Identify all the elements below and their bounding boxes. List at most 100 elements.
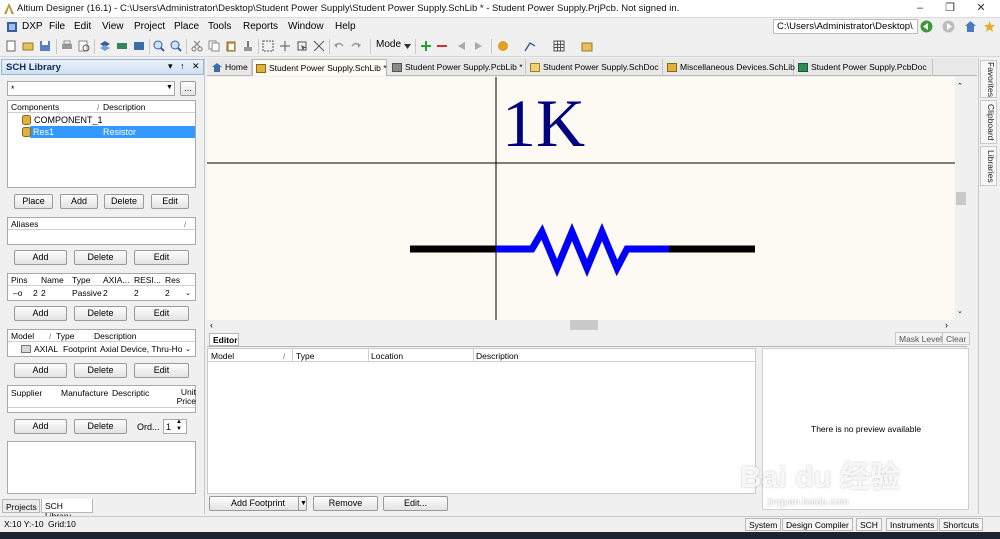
chevron-down-icon[interactable]: ⌄ — [185, 289, 191, 297]
menu-window[interactable]: Window — [288, 21, 324, 32]
menu-tools[interactable]: Tools — [208, 21, 231, 32]
header-name[interactable]: Name — [41, 275, 67, 285]
component-filter-input[interactable]: * ▼ — [7, 81, 175, 96]
tab-pcbdoc[interactable]: Student Power Supply.PcbDoc — [795, 59, 933, 76]
scroll-up-icon[interactable]: ⌃ — [957, 82, 963, 90]
save-icon[interactable] — [39, 40, 51, 52]
header-description[interactable]: Description — [94, 331, 137, 341]
scroll-thumb[interactable] — [956, 192, 966, 205]
tab-editor[interactable]: Editor — [209, 333, 239, 346]
component-row[interactable]: COMPONENT_1 — [8, 114, 195, 126]
spin-down-icon[interactable]: ▼ — [176, 426, 182, 432]
place-pin-icon[interactable] — [524, 40, 536, 52]
edit-alias-button[interactable]: Edit — [134, 250, 189, 265]
place-button[interactable]: Place — [14, 194, 53, 209]
zoom-out-icon[interactable] — [170, 40, 182, 52]
print-icon[interactable] — [61, 40, 73, 52]
next-icon[interactable] — [472, 40, 484, 52]
menu-place[interactable]: Place — [174, 21, 199, 32]
status-system-button[interactable]: System — [745, 518, 782, 531]
model-row[interactable]: AXIAL Footprint Axial Device, Thru-Hole;… — [8, 343, 195, 355]
add-component-button[interactable]: Add — [60, 194, 98, 209]
order-spinner[interactable]: 1 ▲ ▼ — [163, 419, 187, 434]
layers-icon[interactable] — [99, 40, 111, 52]
menu-file[interactable]: File — [49, 21, 65, 32]
edit-component-button[interactable]: Edit — [151, 194, 189, 209]
edit-model-button[interactable]: Edit... — [383, 496, 448, 511]
status-design-compiler-button[interactable]: Design Compiler — [782, 518, 853, 531]
close-button[interactable]: ✕ — [966, 0, 996, 18]
header-description[interactable]: Description — [476, 351, 519, 361]
add-supplier-button[interactable]: Add — [14, 419, 67, 434]
menu-view[interactable]: View — [102, 21, 124, 32]
component-icon[interactable] — [116, 40, 128, 52]
chevron-down-icon[interactable]: ⌄ — [185, 345, 191, 353]
header-location[interactable]: Location — [371, 351, 403, 361]
edit-model-button[interactable]: Edit — [134, 363, 189, 378]
remove-icon[interactable] — [436, 40, 448, 52]
canvas-horizontal-scrollbar[interactable]: ‹ › — [207, 320, 967, 331]
status-instruments-button[interactable]: Instruments — [886, 518, 939, 531]
tab-libraries[interactable]: Libraries — [980, 146, 997, 186]
header-model[interactable]: Model — [11, 331, 34, 341]
back-icon[interactable] — [920, 20, 933, 33]
status-sch-button[interactable]: SCH — [856, 518, 882, 531]
tab-home[interactable]: Home — [209, 59, 252, 76]
filter-browse-button[interactable]: ... — [180, 81, 196, 96]
menu-project[interactable]: Project — [134, 21, 165, 32]
schematic-canvas[interactable]: 1K — [207, 77, 955, 320]
header-components[interactable]: Components — [11, 102, 59, 112]
tab-favorites[interactable]: Favorites — [980, 60, 997, 98]
mode-button[interactable]: Mode — [376, 39, 401, 50]
canvas-vertical-scrollbar[interactable]: ⌃ ⌄ — [955, 77, 967, 320]
library-icon[interactable] — [581, 40, 593, 52]
print-preview-icon[interactable] — [78, 40, 90, 52]
add-model-button[interactable]: Add — [14, 363, 67, 378]
header-manufacturer[interactable]: Manufacture — [61, 388, 109, 398]
grid-icon[interactable] — [553, 40, 565, 52]
header-supplier-description[interactable]: Descriptic — [112, 388, 160, 398]
header-res[interactable]: Res — [165, 275, 185, 285]
tab-clipboard[interactable]: Clipboard — [980, 100, 997, 144]
delete-alias-button[interactable]: Delete — [74, 250, 127, 265]
restore-button[interactable]: ❐ — [935, 0, 965, 18]
spin-up-icon[interactable]: ▲ — [176, 419, 182, 425]
menu-edit[interactable]: Edit — [74, 21, 91, 32]
scroll-down-icon[interactable]: ⌄ — [957, 307, 963, 315]
status-shortcuts-button[interactable]: Shortcuts — [939, 518, 983, 531]
clear-button[interactable]: Clear — [942, 332, 971, 345]
delete-model-button[interactable]: Delete — [74, 363, 127, 378]
add-icon[interactable] — [420, 40, 432, 52]
menu-help[interactable]: Help — [335, 21, 356, 32]
select-area-icon[interactable] — [262, 40, 274, 52]
rubber-stamp-icon[interactable] — [242, 40, 254, 52]
add-alias-button[interactable]: Add — [14, 250, 67, 265]
redo-icon[interactable] — [350, 40, 362, 52]
header-axial[interactable]: AXIA... — [103, 275, 131, 285]
deselect-icon[interactable] — [313, 40, 325, 52]
header-model[interactable]: Model — [211, 351, 234, 361]
pin-row[interactable]: –o 2 2 Passive 2 2 2 ⌄ — [8, 287, 195, 299]
header-resistor[interactable]: RESI... — [134, 275, 162, 285]
undo-icon[interactable] — [333, 40, 345, 52]
paste-icon[interactable] — [225, 40, 237, 52]
header-type[interactable]: Type — [72, 275, 100, 285]
drawing-tools-icon[interactable] — [497, 40, 509, 52]
pin-icon[interactable]: ↑ — [180, 61, 185, 71]
header-pins[interactable]: Pins — [11, 275, 37, 285]
copy-icon[interactable] — [208, 40, 220, 52]
new-icon[interactable] — [5, 40, 17, 52]
delete-component-button[interactable]: Delete — [104, 194, 144, 209]
select-icon[interactable] — [296, 40, 308, 52]
tab-schdoc[interactable]: Student Power Supply.SchDoc — [527, 59, 663, 76]
component-row-selected[interactable]: Res1 Resistor — [30, 126, 195, 138]
minimize-button[interactable]: – — [905, 0, 935, 18]
add-pin-button[interactable]: Add — [14, 306, 67, 321]
favorite-icon[interactable] — [983, 20, 996, 33]
prev-icon[interactable] — [456, 40, 468, 52]
edit-pin-button[interactable]: Edit — [134, 306, 189, 321]
add-footprint-button[interactable]: Add Footprint ▼ — [209, 496, 307, 511]
panel-menu-icon[interactable]: ▾ — [168, 61, 173, 72]
chevron-down-icon[interactable]: ▼ — [300, 497, 307, 510]
zoom-in-icon[interactable] — [153, 40, 165, 52]
